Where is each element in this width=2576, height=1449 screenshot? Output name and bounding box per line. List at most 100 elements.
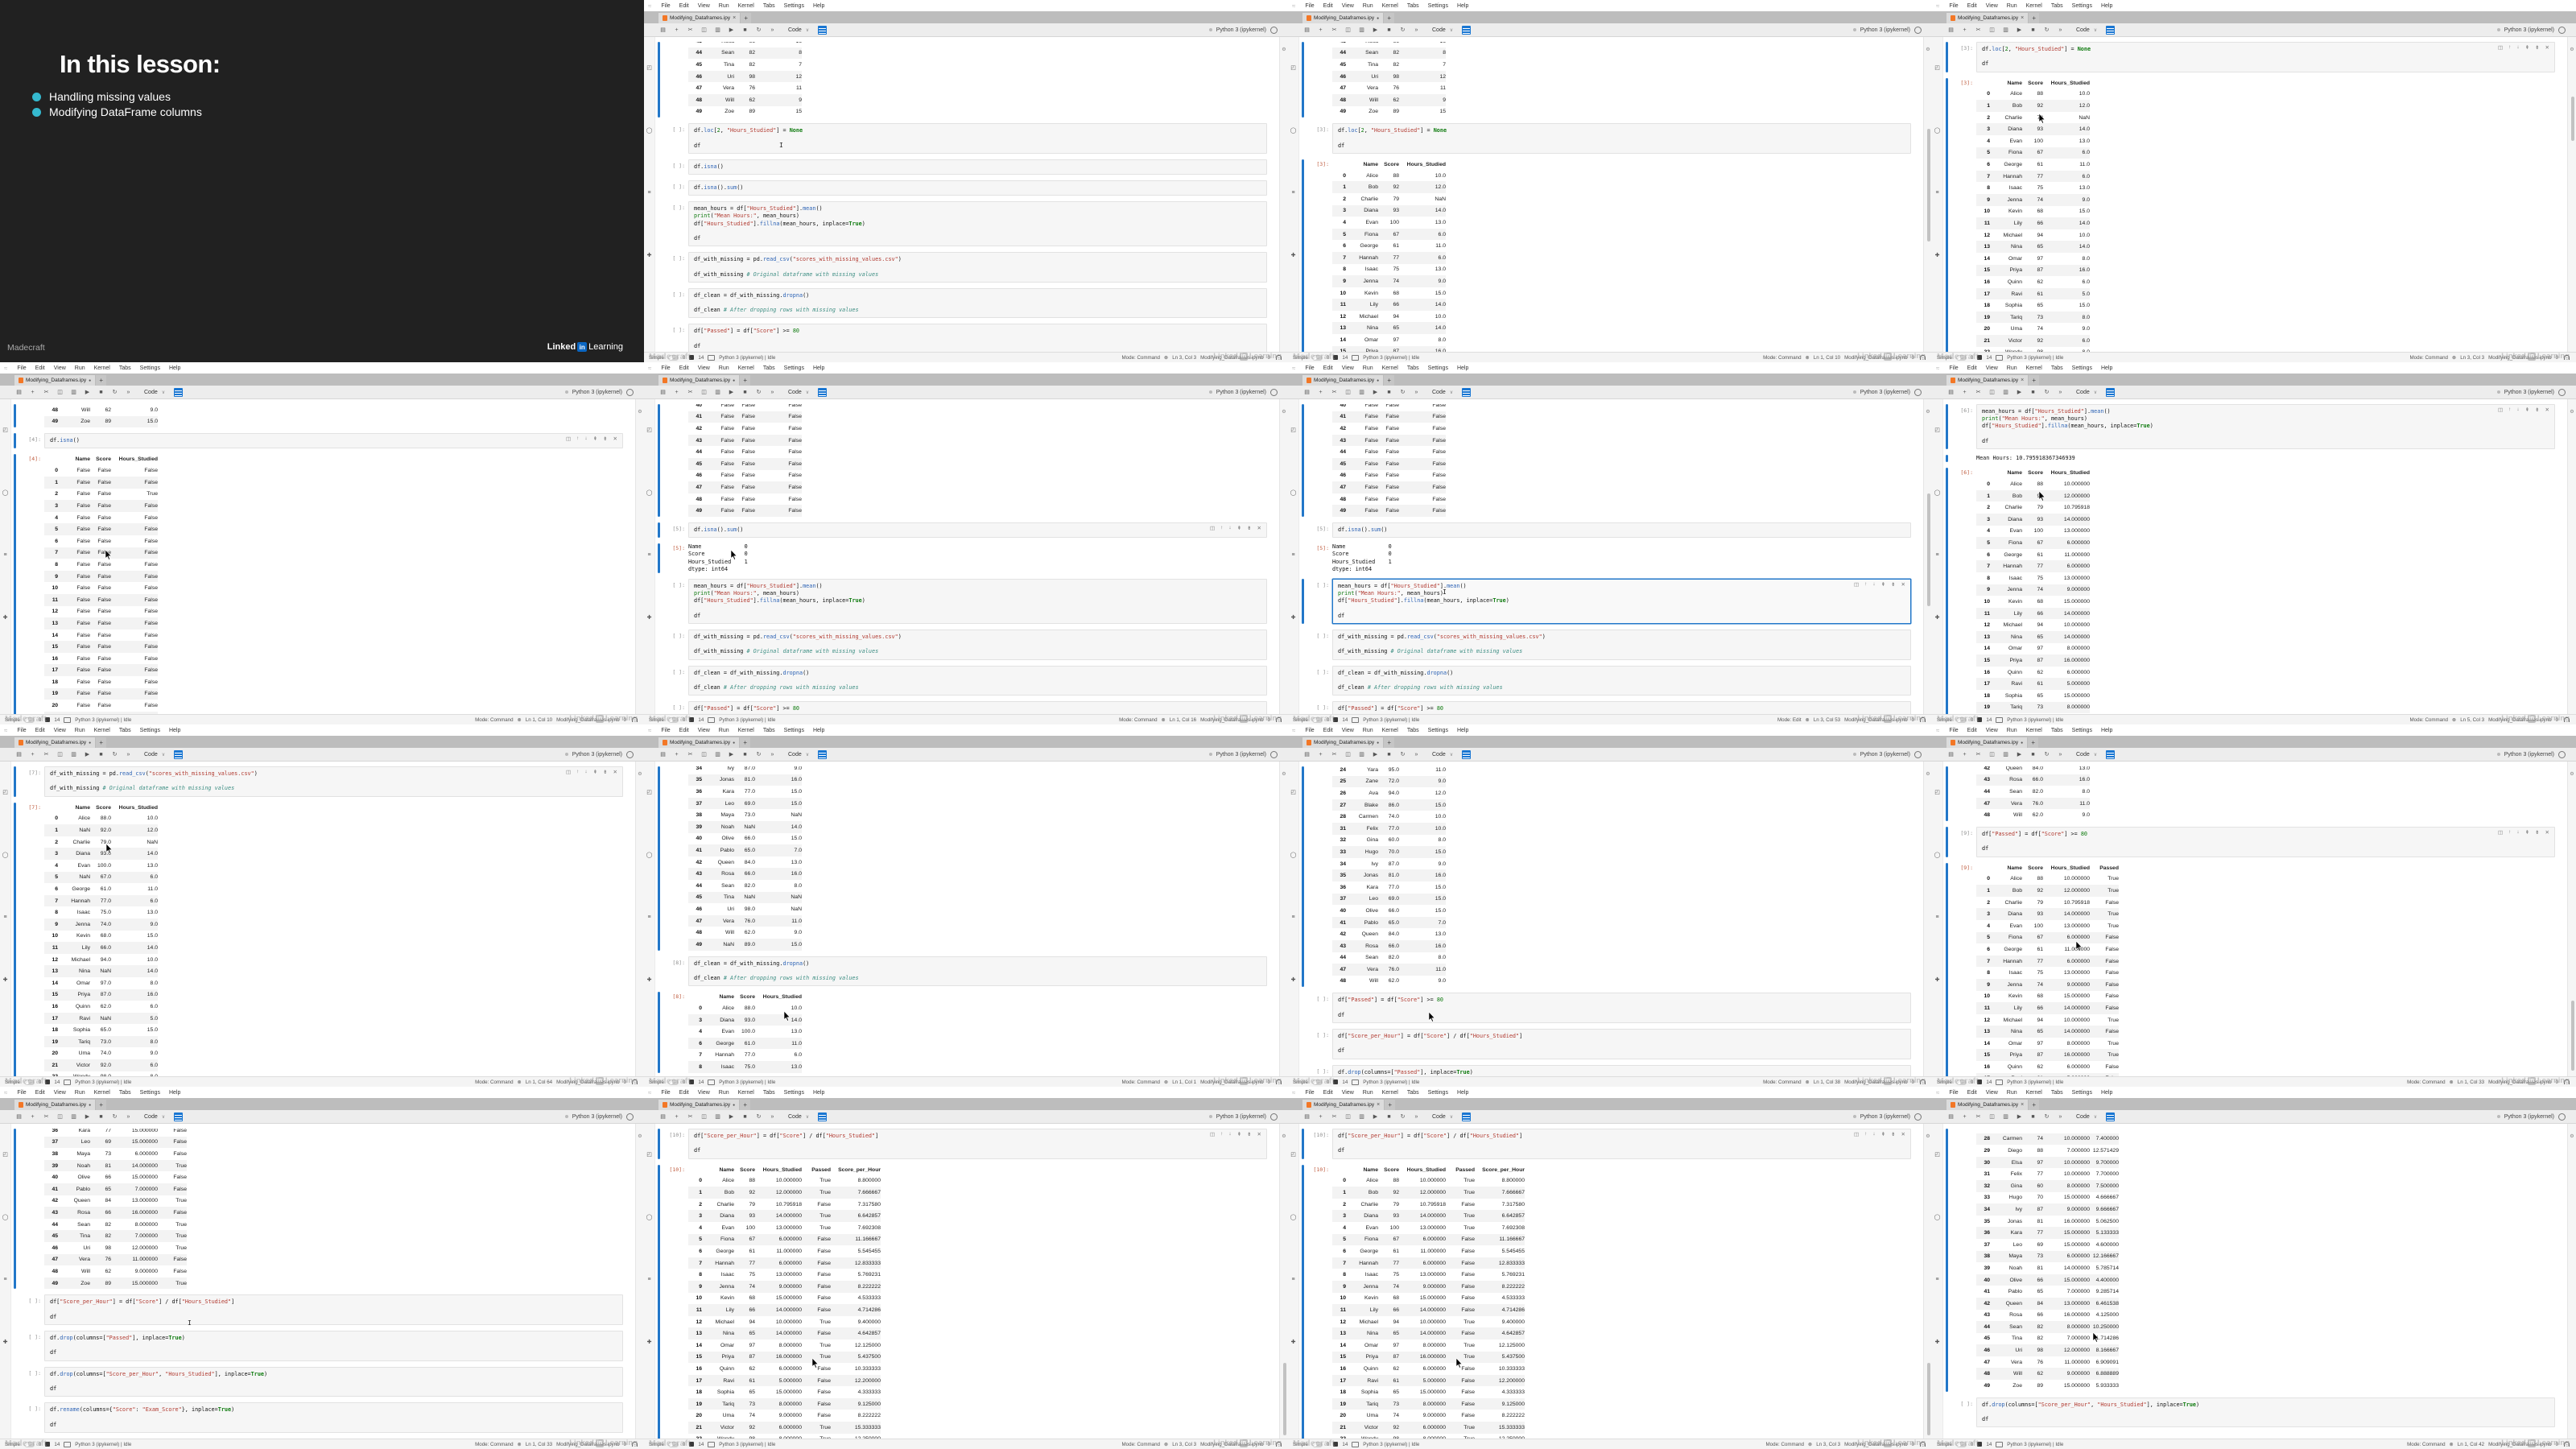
- notification-clear-icon[interactable]: ⊗: [518, 1080, 522, 1085]
- restart-kernel-icon[interactable]: ↻: [2043, 1113, 2050, 1120]
- menu-file[interactable]: File: [1949, 3, 1958, 9]
- code-cell[interactable]: df.isna(): [688, 159, 1267, 175]
- extension-manager-icon[interactable]: ✚: [647, 252, 652, 258]
- menu-edit[interactable]: Edit: [679, 3, 689, 9]
- cut-cell-icon[interactable]: ✂: [1331, 1113, 1338, 1120]
- cell-collapser[interactable]: [1946, 766, 1948, 821]
- add-cell-icon[interactable]: +: [29, 1114, 36, 1120]
- gear-icon[interactable]: ⚙: [2570, 410, 2574, 415]
- insert-cell-below-icon[interactable]: ⇟: [2535, 44, 2539, 51]
- cell-collapser[interactable]: [1946, 404, 1948, 450]
- cell-collapser[interactable]: [658, 288, 660, 319]
- add-cell-icon[interactable]: +: [673, 27, 680, 33]
- menu-view[interactable]: View: [1986, 365, 1998, 371]
- restart-kernel-icon[interactable]: ↻: [755, 389, 762, 395]
- notification-clear-icon[interactable]: ⊗: [1164, 355, 1168, 361]
- code-cell[interactable]: df.drop(columns=["Passed"], inplace=True…: [44, 1330, 623, 1361]
- paste-cell-icon[interactable]: ▥: [2002, 389, 2009, 395]
- move-cell-down-icon[interactable]: ↓: [584, 769, 587, 775]
- tab-close-icon[interactable]: ×: [2021, 1102, 2024, 1108]
- notification-clear-icon[interactable]: ⊗: [2452, 717, 2456, 723]
- kernel-status-text[interactable]: Python 3 (ipykernel) | Idle: [1363, 717, 1419, 723]
- menu-help[interactable]: Help: [1457, 728, 1468, 733]
- save-icon[interactable]: ▤: [659, 1113, 667, 1120]
- cut-cell-icon[interactable]: ✂: [43, 1113, 50, 1120]
- duplicate-cell-icon[interactable]: ◫: [2498, 44, 2503, 51]
- restart-kernel-icon[interactable]: ↻: [1399, 1113, 1406, 1120]
- save-icon[interactable]: ▤: [15, 1113, 23, 1120]
- restart-kernel-icon[interactable]: ↻: [755, 751, 762, 758]
- tab-notebook[interactable]: Modifying_Dataframes.ipy ●: [658, 1100, 740, 1110]
- table-of-contents-icon[interactable]: ≡: [1291, 1277, 1294, 1282]
- menu-help[interactable]: Help: [813, 3, 824, 9]
- add-cell-icon[interactable]: +: [673, 1114, 680, 1120]
- menu-file[interactable]: File: [661, 365, 670, 371]
- save-icon[interactable]: ▤: [1947, 27, 1955, 33]
- kernel-name[interactable]: Python 3 (ipykernel): [1860, 27, 1910, 33]
- mode-indicator[interactable]: Mode: Command: [2410, 717, 2448, 723]
- cell-collapser[interactable]: [14, 1367, 16, 1397]
- insert-cell-below-icon[interactable]: ⇟: [1247, 1131, 1251, 1137]
- copy-cell-icon[interactable]: ◫: [1988, 751, 1996, 758]
- run-all-icon[interactable]: »: [769, 1114, 776, 1120]
- file-browser-icon[interactable]: ◰: [646, 427, 652, 433]
- cell-collapser[interactable]: [1302, 42, 1304, 118]
- notification-clear-icon[interactable]: ⊗: [518, 1442, 522, 1447]
- code-cell[interactable]: df.isna().sum(): [1332, 522, 1911, 539]
- code-cell[interactable]: df.drop(columns=["Passed"], inplace=True…: [1332, 1064, 1911, 1077]
- code-cell[interactable]: df["Passed"] = df["Score"] >= 80 df: [688, 324, 1267, 353]
- menu-help[interactable]: Help: [169, 1090, 180, 1096]
- menu-view[interactable]: View: [1986, 1090, 1998, 1096]
- new-tab-button[interactable]: +: [96, 375, 107, 386]
- menu-edit[interactable]: Edit: [1967, 365, 1977, 371]
- cell-collapser[interactable]: [1946, 77, 1948, 353]
- stop-kernel-icon[interactable]: ■: [741, 1114, 749, 1120]
- menu-help[interactable]: Help: [2101, 365, 2112, 371]
- menu-edit[interactable]: Edit: [679, 1090, 689, 1096]
- paste-cell-icon[interactable]: ▥: [1358, 27, 1365, 33]
- kernel-name[interactable]: Python 3 (ipykernel): [1860, 752, 1910, 758]
- running-sessions-icon[interactable]: ◯: [1290, 489, 1297, 496]
- gear-icon[interactable]: ⚙: [1926, 47, 1930, 52]
- tab-close-icon[interactable]: ×: [733, 15, 736, 21]
- menu-edit[interactable]: Edit: [35, 1090, 45, 1096]
- gear-icon[interactable]: ⚙: [2570, 772, 2574, 777]
- running-sessions-icon[interactable]: ◯: [646, 127, 653, 134]
- tab-notebook[interactable]: Modifying_Dataframes.ipy ●: [14, 737, 96, 748]
- cell-collapser[interactable]: [14, 1294, 16, 1325]
- notification-clear-icon[interactable]: ⊗: [1162, 717, 1166, 723]
- extension-manager-icon[interactable]: ✚: [1935, 614, 1940, 621]
- cell-collapser[interactable]: [14, 404, 16, 428]
- menu-tabs[interactable]: Tabs: [763, 1090, 775, 1096]
- move-cell-up-icon[interactable]: ↑: [1864, 1131, 1867, 1137]
- cell-collapser[interactable]: [1946, 1397, 1948, 1428]
- delete-cell-icon[interactable]: ✕: [613, 436, 617, 442]
- menu-settings[interactable]: Settings: [140, 728, 160, 733]
- cell-collapser[interactable]: [658, 252, 660, 283]
- code-cell[interactable]: df.drop(columns=["Score_per_Hour", "Hour…: [44, 1366, 623, 1397]
- run-cell-icon[interactable]: ▶: [728, 27, 735, 33]
- tab-dirty-dot[interactable]: ●: [89, 741, 91, 745]
- save-icon[interactable]: ▤: [1947, 389, 1955, 395]
- kernel-name[interactable]: Python 3 (ipykernel): [572, 1114, 622, 1120]
- table-of-contents-icon[interactable]: ≡: [1291, 190, 1294, 196]
- menu-view[interactable]: View: [1342, 728, 1354, 733]
- run-all-icon[interactable]: »: [125, 752, 132, 758]
- menu-tabs[interactable]: Tabs: [763, 365, 775, 371]
- run-all-icon[interactable]: »: [1413, 27, 1420, 33]
- menu-run[interactable]: Run: [2007, 365, 2017, 371]
- menu-help[interactable]: Help: [813, 728, 824, 733]
- new-tab-button[interactable]: +: [2029, 13, 2040, 23]
- cell-collapser[interactable]: [1302, 993, 1304, 1023]
- menu-run[interactable]: Run: [1363, 1090, 1373, 1096]
- run-cell-icon[interactable]: ▶: [84, 751, 91, 758]
- menu-file[interactable]: File: [17, 365, 26, 371]
- run-cell-icon[interactable]: ▶: [1372, 751, 1379, 758]
- code-cell[interactable]: df.isna() ◫ ↑ ↓ ⇞ ⇟ ✕: [44, 433, 623, 449]
- menu-settings[interactable]: Settings: [1428, 728, 1448, 733]
- mode-indicator[interactable]: Mode: Command: [2407, 1080, 2445, 1085]
- move-cell-down-icon[interactable]: ↓: [1228, 1131, 1231, 1137]
- table-of-contents-icon[interactable]: ≡: [647, 914, 650, 920]
- menu-settings[interactable]: Settings: [784, 728, 804, 733]
- cell-collapser[interactable]: [658, 42, 660, 118]
